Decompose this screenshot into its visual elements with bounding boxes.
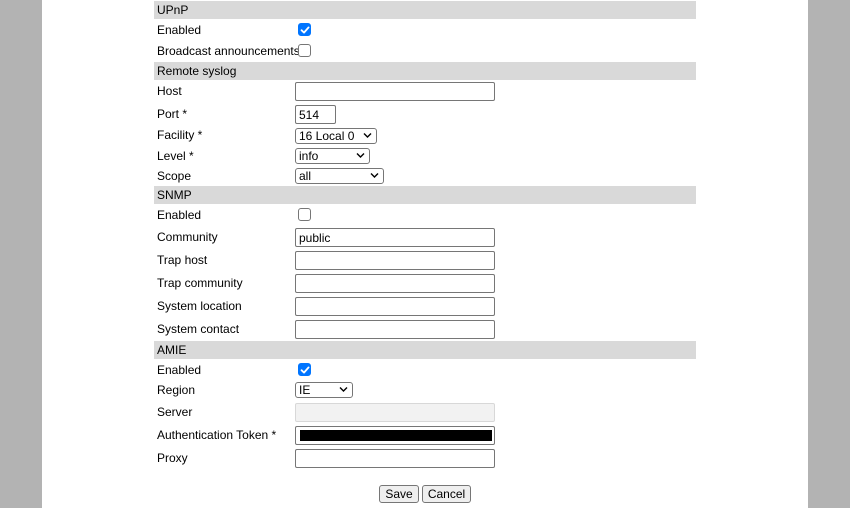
amie-region-value: IE bbox=[299, 383, 311, 397]
snmp-location-input[interactable] bbox=[295, 297, 495, 316]
amie-enabled-checkbox[interactable] bbox=[298, 363, 311, 376]
syslog-port-input[interactable] bbox=[295, 105, 336, 124]
amie-proxy-input[interactable] bbox=[295, 449, 495, 468]
cancel-button[interactable]: Cancel bbox=[422, 485, 471, 503]
syslog-host-input[interactable] bbox=[295, 82, 495, 101]
snmp-contact-input[interactable] bbox=[295, 320, 495, 339]
snmp-contact-label: System contact bbox=[157, 322, 240, 336]
chevron-down-icon bbox=[356, 153, 365, 158]
snmp-trap-community-label: Trap community bbox=[157, 276, 243, 290]
upnp-enabled-checkbox[interactable] bbox=[298, 23, 311, 36]
amie-enabled-label: Enabled bbox=[157, 363, 202, 377]
amie-token-input[interactable] bbox=[295, 426, 495, 445]
snmp-community-label: Community bbox=[157, 230, 218, 244]
syslog-facility-select[interactable]: 16 Local 0 bbox=[295, 128, 377, 144]
snmp-enabled-label: Enabled bbox=[157, 208, 202, 222]
amie-region-label: Region bbox=[157, 383, 196, 397]
section-header-upnp: UPnP bbox=[154, 1, 696, 19]
snmp-trap-community-input[interactable] bbox=[295, 274, 495, 293]
section-header-amie: AMIE bbox=[154, 341, 696, 359]
syslog-scope-value: all bbox=[299, 169, 312, 183]
settings-page: UPnP Enabled Broadcast announcements Rem… bbox=[42, 0, 808, 508]
snmp-enabled-checkbox[interactable] bbox=[298, 208, 311, 221]
upnp-enabled-label: Enabled bbox=[157, 23, 202, 37]
syslog-facility-value: 16 Local 0 bbox=[299, 129, 355, 143]
redacted-token bbox=[300, 430, 492, 441]
snmp-location-label: System location bbox=[157, 299, 242, 313]
section-header-remote-syslog: Remote syslog bbox=[154, 62, 696, 80]
syslog-port-label: Port * bbox=[157, 107, 188, 121]
chevron-down-icon bbox=[370, 173, 379, 178]
syslog-scope-label: Scope bbox=[157, 169, 192, 183]
syslog-level-value: info bbox=[299, 149, 319, 163]
amie-server-label: Server bbox=[157, 405, 193, 419]
amie-proxy-label: Proxy bbox=[157, 451, 188, 465]
syslog-facility-label: Facility * bbox=[157, 128, 203, 142]
snmp-trap-host-label: Trap host bbox=[157, 253, 208, 267]
chevron-down-icon bbox=[363, 133, 372, 138]
syslog-scope-select[interactable]: all bbox=[295, 168, 384, 184]
amie-region-select[interactable]: IE bbox=[295, 382, 353, 398]
section-header-snmp: SNMP bbox=[154, 186, 696, 204]
snmp-trap-host-input[interactable] bbox=[295, 251, 495, 270]
syslog-level-select[interactable]: info bbox=[295, 148, 370, 164]
upnp-broadcast-checkbox[interactable] bbox=[298, 44, 311, 57]
amie-server-input[interactable] bbox=[295, 403, 495, 422]
chevron-down-icon bbox=[339, 387, 348, 392]
checkmark-icon bbox=[300, 26, 310, 34]
save-button[interactable]: Save bbox=[379, 485, 419, 503]
snmp-community-input[interactable] bbox=[295, 228, 495, 247]
syslog-level-label: Level * bbox=[157, 149, 194, 163]
checkmark-icon bbox=[300, 366, 310, 374]
syslog-host-label: Host bbox=[157, 84, 182, 98]
amie-token-label: Authentication Token * bbox=[157, 428, 277, 442]
upnp-broadcast-label: Broadcast announcements bbox=[157, 44, 300, 58]
